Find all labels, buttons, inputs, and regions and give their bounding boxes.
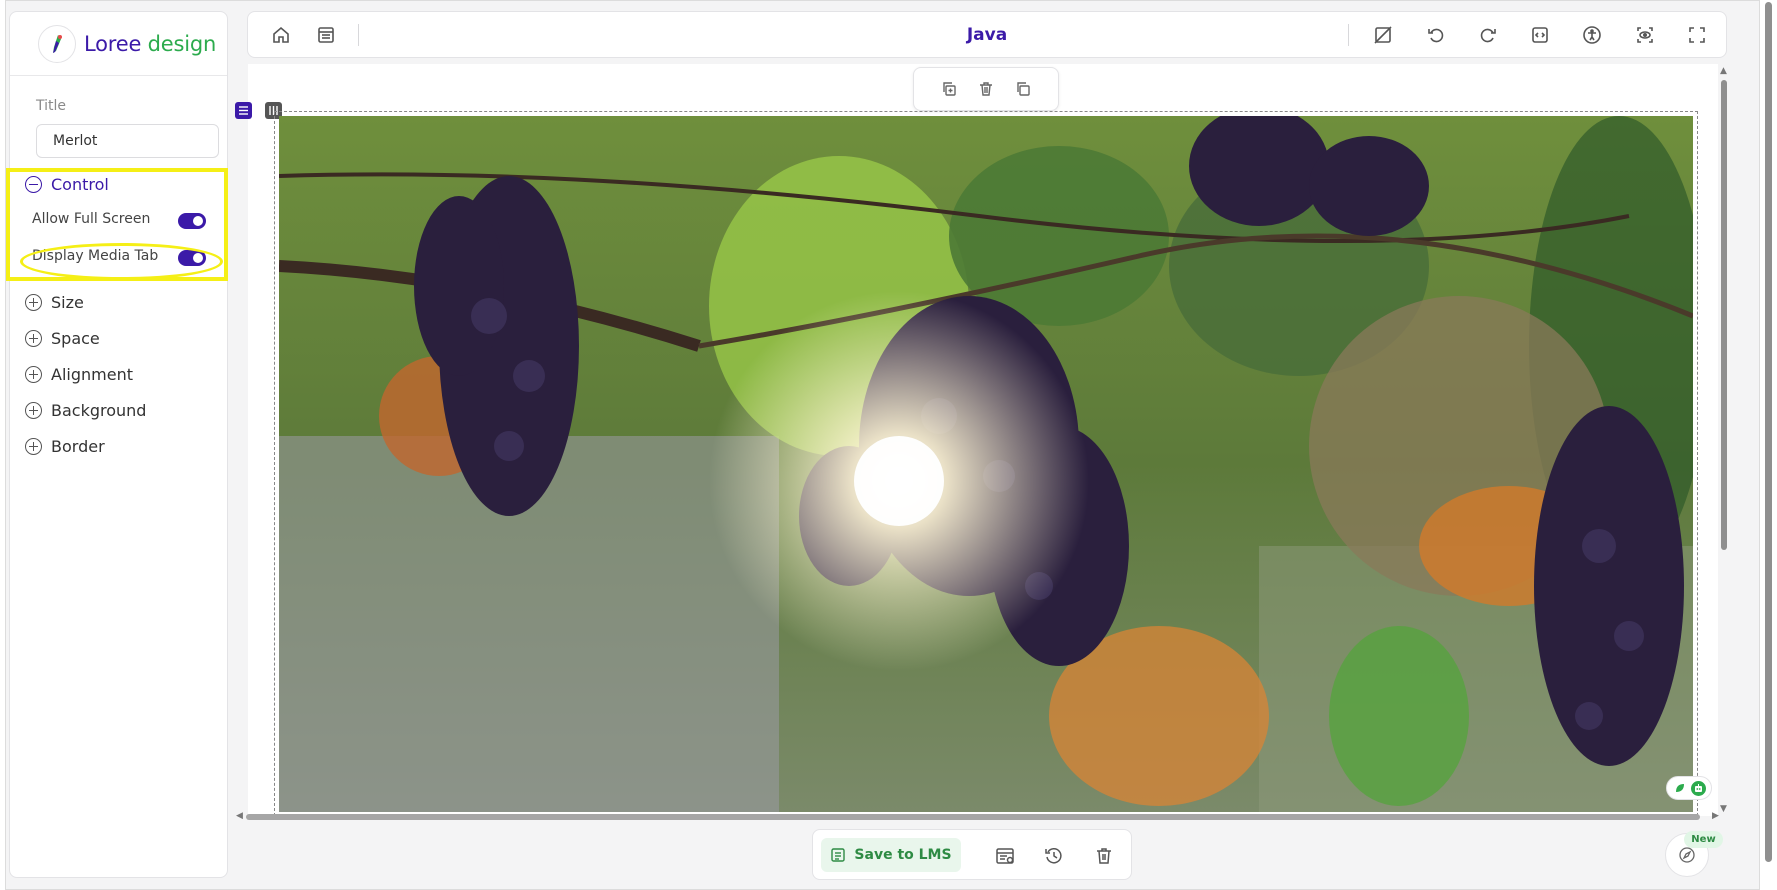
document-title: Java [966,25,1008,45]
section-space-label: Space [51,329,100,348]
expand-icon [25,294,42,311]
save-to-lms-button[interactable]: Save to LMS [821,838,961,872]
robot-icon [1690,780,1706,796]
section-alignment-label: Alignment [51,365,133,384]
title-label: Title [36,98,67,114]
grape-vine-image[interactable] [279,116,1693,812]
section-border[interactable]: Border [25,437,105,456]
expand-icon [25,330,42,347]
section-border-label: Border [51,437,105,456]
allow-full-screen-toggle[interactable] [178,213,206,229]
row-handle-icon[interactable] [235,102,252,119]
section-size[interactable]: Size [25,293,84,312]
scroll-left-arrow-icon[interactable]: ◀ [236,811,243,821]
collapse-icon [25,176,42,193]
section-space[interactable]: Space [25,329,100,348]
brand-name: Loree design [84,31,217,56]
save-to-lms-label: Save to LMS [854,847,952,863]
brand-header: Loree design [10,12,227,76]
section-background[interactable]: Background [25,401,146,420]
undo-icon[interactable] [1425,24,1447,46]
control-section-label: Control [51,175,109,194]
compass-icon [1679,847,1695,863]
duplicate-icon[interactable] [940,80,958,98]
code-icon[interactable] [1529,24,1551,46]
section-size-label: Size [51,293,84,312]
leaf-icon [1672,780,1688,796]
expand-icon [25,402,42,419]
section-background-label: Background [51,401,147,420]
canvas-vertical-scroll-thumb[interactable] [1721,80,1727,550]
top-toolbar: Java [247,11,1727,58]
title-input[interactable]: Merlot [36,124,219,158]
loree-assistant-badge[interactable] [1666,776,1712,800]
expand-icon [25,438,42,455]
hide-preview-icon[interactable] [1372,24,1394,46]
bottom-action-bar: Save to LMS [812,829,1132,880]
save-icon [831,848,846,862]
element-toolbar [913,67,1059,111]
preview-icon[interactable] [1634,24,1656,46]
fullscreen-icon[interactable] [1686,24,1708,46]
delete-icon[interactable] [977,80,995,98]
toolbar-divider [1348,24,1349,46]
display-media-tab-highlight [20,243,223,280]
control-section-header[interactable]: Control [25,175,109,194]
page-scroll-thumb[interactable] [1765,2,1772,862]
scroll-up-arrow-icon[interactable]: ▲ [1720,66,1727,76]
expand-icon [25,366,42,383]
accessibility-icon[interactable] [1581,24,1603,46]
section-alignment[interactable]: Alignment [25,365,133,384]
new-badge: New [1684,831,1723,848]
allow-full-screen-row: Allow Full Screen [32,211,150,227]
canvas-horizontal-scrollbar[interactable] [246,814,1700,820]
trash-icon[interactable] [1093,845,1115,867]
allow-full-screen-label: Allow Full Screen [32,211,151,227]
save-template-icon[interactable] [994,845,1016,867]
copy-icon[interactable] [1014,80,1032,98]
scroll-right-arrow-icon[interactable]: ▶ [1712,811,1719,821]
history-icon[interactable] [1043,845,1065,867]
scroll-down-arrow-icon[interactable]: ▼ [1720,804,1727,814]
redo-icon[interactable] [1477,24,1499,46]
loree-logo-icon [38,24,76,63]
